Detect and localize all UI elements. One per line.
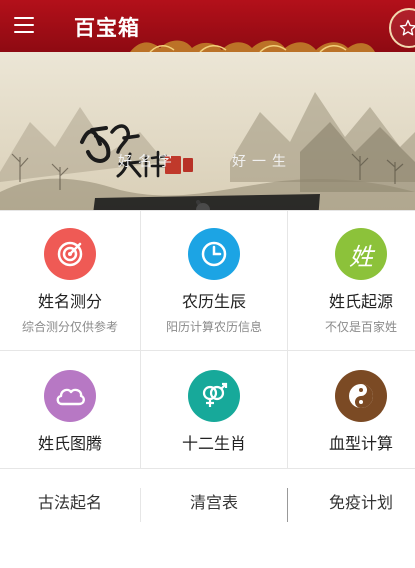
star-icon <box>399 19 415 36</box>
tool-surname-origin[interactable]: 姓 姓氏起源 不仅是百家姓 <box>288 228 415 335</box>
gender-icon <box>188 370 240 422</box>
yin-yang-icon <box>335 370 387 422</box>
app-bar: 百宝箱 <box>0 0 415 52</box>
tool-description: 综合测分仅供参考 <box>21 320 118 334</box>
slogan-right: 好一生 <box>232 154 292 170</box>
divider <box>0 350 415 351</box>
cloud-icon <box>44 370 96 422</box>
tool-label: 姓名测分 <box>37 292 102 311</box>
favorite-button[interactable] <box>389 8 415 48</box>
slogan-left: 好名字 <box>118 154 178 170</box>
surname-icon: 姓 <box>335 228 387 280</box>
tool-zodiac[interactable]: 十二生肖 <box>141 370 287 454</box>
tool-lunar-birth[interactable]: 农历生辰 阳历计算农历信息 <box>141 228 287 335</box>
target-icon <box>44 228 96 280</box>
tool-label: 血型计算 <box>328 434 393 453</box>
divider <box>0 210 415 211</box>
link-qing-palace-chart[interactable]: 清宫表 <box>141 483 287 523</box>
tool-description: 阳历计算农历信息 <box>165 320 262 334</box>
link-immunization-plan[interactable]: 免疫计划 <box>288 483 415 523</box>
tool-description: 不仅是百家姓 <box>324 320 397 334</box>
menu-icon[interactable] <box>14 17 34 33</box>
banner[interactable] <box>0 52 415 210</box>
tool-label: 姓氏图腾 <box>37 434 102 453</box>
clock-icon <box>188 228 240 280</box>
surname-glyph: 姓 <box>349 242 373 271</box>
tool-name-score[interactable]: 姓名测分 综合测分仅供参考 <box>0 228 140 335</box>
landscape-painting <box>0 92 415 210</box>
link-ancient-naming[interactable]: 古法起名 <box>0 483 140 523</box>
divider <box>0 468 415 469</box>
tool-label: 姓氏起源 <box>328 292 393 311</box>
tool-label: 十二生肖 <box>181 434 246 453</box>
tool-surname-totem[interactable]: 姓氏图腾 <box>0 370 140 454</box>
tool-label: 农历生辰 <box>181 292 246 311</box>
cloud-pattern-decoration <box>130 40 375 52</box>
tool-blood-type[interactable]: 血型计算 <box>288 370 415 454</box>
